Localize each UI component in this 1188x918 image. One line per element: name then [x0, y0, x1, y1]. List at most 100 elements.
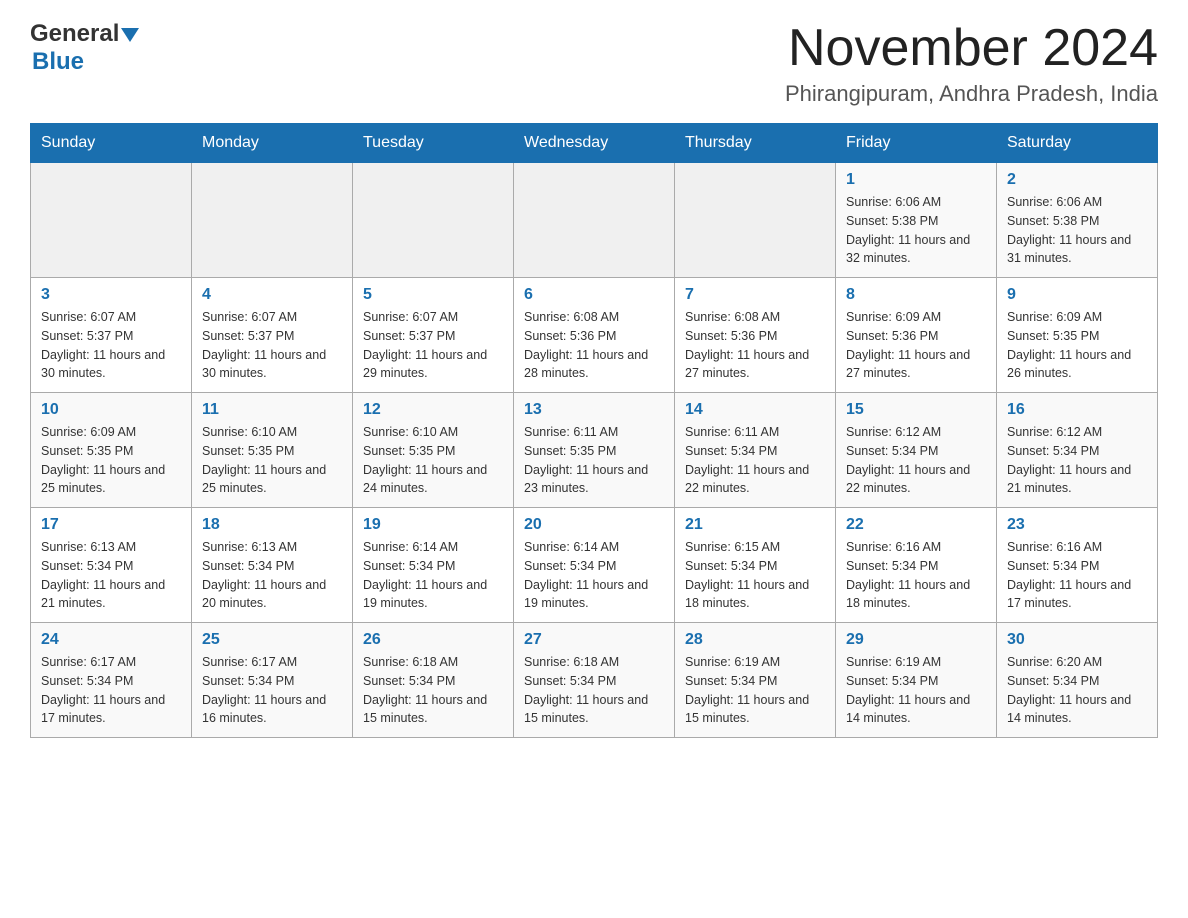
day-number: 18	[202, 516, 342, 534]
day-info: Sunrise: 6:09 AM Sunset: 5:35 PM Dayligh…	[1007, 308, 1147, 383]
calendar-cell	[514, 163, 675, 278]
calendar-cell: 30 Sunrise: 6:20 AM Sunset: 5:34 PM Dayli…	[997, 623, 1158, 738]
calendar-cell	[353, 163, 514, 278]
day-info: Sunrise: 6:19 AM Sunset: 5:34 PM Dayligh…	[685, 653, 825, 728]
day-info: Sunrise: 6:14 AM Sunset: 5:34 PM Dayligh…	[524, 538, 664, 613]
title-block: November 2024 Phirangipuram, Andhra Prad…	[785, 20, 1158, 107]
logo: General Blue	[30, 20, 139, 76]
weekday-header-friday: Friday	[836, 124, 997, 163]
day-number: 27	[524, 631, 664, 649]
day-info: Sunrise: 6:16 AM Sunset: 5:34 PM Dayligh…	[846, 538, 986, 613]
day-info: Sunrise: 6:15 AM Sunset: 5:34 PM Dayligh…	[685, 538, 825, 613]
day-number: 12	[363, 401, 503, 419]
weekday-header-thursday: Thursday	[675, 124, 836, 163]
calendar-cell: 4 Sunrise: 6:07 AM Sunset: 5:37 PM Daylig…	[192, 278, 353, 393]
calendar-cell: 11 Sunrise: 6:10 AM Sunset: 5:35 PM Dayli…	[192, 393, 353, 508]
day-info: Sunrise: 6:10 AM Sunset: 5:35 PM Dayligh…	[202, 423, 342, 498]
calendar-cell: 28 Sunrise: 6:19 AM Sunset: 5:34 PM Dayli…	[675, 623, 836, 738]
calendar-cell: 16 Sunrise: 6:12 AM Sunset: 5:34 PM Dayli…	[997, 393, 1158, 508]
logo-arrow-icon	[121, 26, 139, 44]
day-info: Sunrise: 6:10 AM Sunset: 5:35 PM Dayligh…	[363, 423, 503, 498]
day-info: Sunrise: 6:07 AM Sunset: 5:37 PM Dayligh…	[202, 308, 342, 383]
day-number: 29	[846, 631, 986, 649]
day-number: 24	[41, 631, 181, 649]
day-number: 21	[685, 516, 825, 534]
month-title: November 2024	[785, 20, 1158, 77]
calendar-cell: 10 Sunrise: 6:09 AM Sunset: 5:35 PM Dayli…	[31, 393, 192, 508]
day-number: 3	[41, 286, 181, 304]
day-number: 16	[1007, 401, 1147, 419]
calendar-table: SundayMondayTuesdayWednesdayThursdayFrid…	[30, 123, 1158, 738]
calendar-cell: 15Sunrise: 6:12 AM Sunset: 5:34 PM Dayli…	[836, 393, 997, 508]
day-info: Sunrise: 6:20 AM Sunset: 5:34 PM Dayligh…	[1007, 653, 1147, 728]
day-info: Sunrise: 6:13 AM Sunset: 5:34 PM Dayligh…	[41, 538, 181, 613]
day-number: 8	[846, 286, 986, 304]
calendar-cell: 1 Sunrise: 6:06 AM Sunset: 5:38 PM Daylig…	[836, 163, 997, 278]
day-info: Sunrise: 6:18 AM Sunset: 5:34 PM Dayligh…	[524, 653, 664, 728]
location-title: Phirangipuram, Andhra Pradesh, India	[785, 81, 1158, 107]
day-info: Sunrise: 6:12 AM Sunset: 5:34 PM Dayligh…	[846, 423, 986, 498]
weekday-header-row: SundayMondayTuesdayWednesdayThursdayFrid…	[31, 124, 1158, 163]
calendar-cell: 13 Sunrise: 6:11 AM Sunset: 5:35 PM Dayli…	[514, 393, 675, 508]
day-info: Sunrise: 6:17 AM Sunset: 5:34 PM Dayligh…	[41, 653, 181, 728]
calendar-cell	[192, 163, 353, 278]
day-number: 4	[202, 286, 342, 304]
day-info: Sunrise: 6:09 AM Sunset: 5:35 PM Dayligh…	[41, 423, 181, 498]
day-number: 11	[202, 401, 342, 419]
day-number: 10	[41, 401, 181, 419]
calendar-week-row: 17 Sunrise: 6:13 AM Sunset: 5:34 PM Dayli…	[31, 508, 1158, 623]
calendar-cell: 26Sunrise: 6:18 AM Sunset: 5:34 PM Dayli…	[353, 623, 514, 738]
calendar-cell: 2 Sunrise: 6:06 AM Sunset: 5:38 PM Daylig…	[997, 163, 1158, 278]
day-number: 2	[1007, 171, 1147, 189]
day-number: 23	[1007, 516, 1147, 534]
day-number: 28	[685, 631, 825, 649]
calendar-cell: 22Sunrise: 6:16 AM Sunset: 5:34 PM Dayli…	[836, 508, 997, 623]
day-number: 9	[1007, 286, 1147, 304]
day-number: 13	[524, 401, 664, 419]
calendar-week-row: 10 Sunrise: 6:09 AM Sunset: 5:35 PM Dayli…	[31, 393, 1158, 508]
day-number: 30	[1007, 631, 1147, 649]
calendar-cell: 6Sunrise: 6:08 AM Sunset: 5:36 PM Daylig…	[514, 278, 675, 393]
day-number: 7	[685, 286, 825, 304]
day-number: 14	[685, 401, 825, 419]
calendar-cell: 5Sunrise: 6:07 AM Sunset: 5:37 PM Daylig…	[353, 278, 514, 393]
calendar-cell: 20 Sunrise: 6:14 AM Sunset: 5:34 PM Dayli…	[514, 508, 675, 623]
day-number: 25	[202, 631, 342, 649]
logo-general-text: General	[30, 20, 119, 48]
calendar-cell: 19 Sunrise: 6:14 AM Sunset: 5:34 PM Dayli…	[353, 508, 514, 623]
weekday-header-tuesday: Tuesday	[353, 124, 514, 163]
calendar-cell: 27 Sunrise: 6:18 AM Sunset: 5:34 PM Dayli…	[514, 623, 675, 738]
day-info: Sunrise: 6:11 AM Sunset: 5:35 PM Dayligh…	[524, 423, 664, 498]
calendar-cell: 24 Sunrise: 6:17 AM Sunset: 5:34 PM Dayli…	[31, 623, 192, 738]
calendar-cell	[675, 163, 836, 278]
calendar-cell: 18 Sunrise: 6:13 AM Sunset: 5:34 PM Dayli…	[192, 508, 353, 623]
day-number: 26	[363, 631, 503, 649]
calendar-week-row: 1 Sunrise: 6:06 AM Sunset: 5:38 PM Daylig…	[31, 163, 1158, 278]
calendar-cell: 17 Sunrise: 6:13 AM Sunset: 5:34 PM Dayli…	[31, 508, 192, 623]
weekday-header-saturday: Saturday	[997, 124, 1158, 163]
day-info: Sunrise: 6:14 AM Sunset: 5:34 PM Dayligh…	[363, 538, 503, 613]
day-info: Sunrise: 6:06 AM Sunset: 5:38 PM Dayligh…	[1007, 193, 1147, 268]
calendar-week-row: 3 Sunrise: 6:07 AM Sunset: 5:37 PM Daylig…	[31, 278, 1158, 393]
day-info: Sunrise: 6:12 AM Sunset: 5:34 PM Dayligh…	[1007, 423, 1147, 498]
day-number: 1	[846, 171, 986, 189]
day-info: Sunrise: 6:06 AM Sunset: 5:38 PM Dayligh…	[846, 193, 986, 268]
calendar-week-row: 24 Sunrise: 6:17 AM Sunset: 5:34 PM Dayli…	[31, 623, 1158, 738]
calendar-cell: 7 Sunrise: 6:08 AM Sunset: 5:36 PM Daylig…	[675, 278, 836, 393]
calendar-cell: 8 Sunrise: 6:09 AM Sunset: 5:36 PM Daylig…	[836, 278, 997, 393]
day-info: Sunrise: 6:09 AM Sunset: 5:36 PM Dayligh…	[846, 308, 986, 383]
day-info: Sunrise: 6:11 AM Sunset: 5:34 PM Dayligh…	[685, 423, 825, 498]
logo-blue-text: Blue	[32, 48, 84, 75]
calendar-cell: 29Sunrise: 6:19 AM Sunset: 5:34 PM Dayli…	[836, 623, 997, 738]
day-info: Sunrise: 6:08 AM Sunset: 5:36 PM Dayligh…	[685, 308, 825, 383]
day-number: 17	[41, 516, 181, 534]
day-info: Sunrise: 6:13 AM Sunset: 5:34 PM Dayligh…	[202, 538, 342, 613]
day-number: 19	[363, 516, 503, 534]
day-info: Sunrise: 6:08 AM Sunset: 5:36 PM Dayligh…	[524, 308, 664, 383]
weekday-header-wednesday: Wednesday	[514, 124, 675, 163]
weekday-header-monday: Monday	[192, 124, 353, 163]
calendar-cell	[31, 163, 192, 278]
day-number: 20	[524, 516, 664, 534]
weekday-header-sunday: Sunday	[31, 124, 192, 163]
calendar-header: SundayMondayTuesdayWednesdayThursdayFrid…	[31, 124, 1158, 163]
